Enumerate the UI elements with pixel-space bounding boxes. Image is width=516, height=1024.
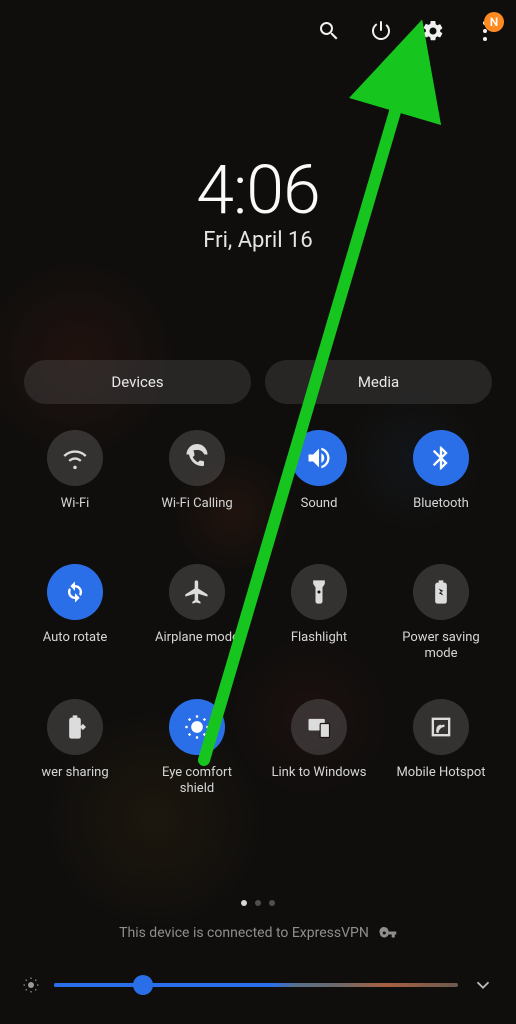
vpn-status-row[interactable]: This device is connected to ExpressVPN [0, 924, 516, 942]
page-dot[interactable] [255, 900, 261, 906]
link-windows-icon[interactable] [291, 699, 347, 755]
toggle-label: Flashlight [291, 630, 347, 662]
toggle-eye-comfort[interactable]: Eye comfort shield [140, 699, 254, 798]
brightness-row [22, 974, 494, 996]
control-pill-row: Devices Media [24, 360, 492, 404]
toggle-label: Power saving mode [391, 630, 491, 663]
toggle-hotspot[interactable]: Mobile Hotspot [384, 699, 498, 798]
toggle-power-sharing[interactable]: wer sharing [18, 699, 132, 798]
media-button[interactable]: Media [265, 360, 492, 404]
overflow-menu-button[interactable]: N [472, 18, 498, 44]
toggle-label: Auto rotate [43, 630, 108, 662]
hotspot-icon[interactable] [413, 699, 469, 755]
clock-block: 4:06 Fri, April 16 [0, 150, 516, 253]
brightness-slider[interactable] [54, 975, 458, 995]
toggle-wifi[interactable]: Wi-Fi [18, 430, 132, 528]
page-dot[interactable] [269, 900, 275, 906]
slider-fill [54, 983, 143, 987]
toggle-wifi-calling[interactable]: Wi-Fi Calling [140, 430, 254, 528]
sound-icon[interactable] [291, 430, 347, 486]
toggle-label: Wi-Fi [61, 496, 90, 528]
toggle-label: Mobile Hotspot [396, 765, 485, 797]
vpn-key-icon [379, 924, 397, 942]
toggle-label: Eye comfort shield [147, 765, 247, 798]
bluetooth-icon[interactable] [413, 430, 469, 486]
flashlight-icon[interactable] [291, 564, 347, 620]
toggle-auto-rotate[interactable]: Auto rotate [18, 564, 132, 663]
expand-chevron-icon[interactable] [472, 974, 494, 996]
brightness-icon [22, 976, 40, 994]
rotate-icon[interactable] [47, 564, 103, 620]
clock-date: Fri, April 16 [0, 228, 516, 253]
battery-icon[interactable] [413, 564, 469, 620]
toggle-link-windows[interactable]: Link to Windows [262, 699, 376, 798]
vpn-status-text: This device is connected to ExpressVPN [119, 925, 369, 941]
search-icon[interactable] [316, 18, 342, 44]
toggle-label: Wi-Fi Calling [161, 496, 232, 528]
toggle-sound[interactable]: Sound [262, 430, 376, 528]
power-icon[interactable] [368, 18, 394, 44]
toggle-bluetooth[interactable]: Bluetooth [384, 430, 498, 528]
toggle-label: Sound [301, 496, 338, 528]
page-indicator [0, 900, 516, 906]
clock-time: 4:06 [0, 150, 516, 230]
toggle-label: Bluetooth [413, 496, 469, 528]
toggle-airplane[interactable]: Airplane mode [140, 564, 254, 663]
toggle-flashlight[interactable]: Flashlight [262, 564, 376, 663]
notification-badge: N [484, 12, 504, 32]
toggle-label: wer sharing [41, 765, 108, 797]
settings-gear-icon[interactable] [420, 18, 446, 44]
toggle-label: Airplane mode [155, 630, 239, 662]
quick-toggle-grid: Wi-Fi Wi-Fi Calling Sound Bluetooth Auto rot… [18, 430, 498, 797]
slider-thumb[interactable] [133, 975, 153, 995]
devices-button[interactable]: Devices [24, 360, 251, 404]
wifi-calling-icon[interactable] [169, 430, 225, 486]
power-share-icon[interactable] [47, 699, 103, 755]
top-icon-bar: N [316, 18, 498, 44]
eye-comfort-icon[interactable] [169, 699, 225, 755]
airplane-icon[interactable] [169, 564, 225, 620]
page-dot[interactable] [241, 900, 247, 906]
toggle-power-saving[interactable]: Power saving mode [384, 564, 498, 663]
toggle-label: Link to Windows [271, 765, 366, 797]
wifi-icon[interactable] [47, 430, 103, 486]
